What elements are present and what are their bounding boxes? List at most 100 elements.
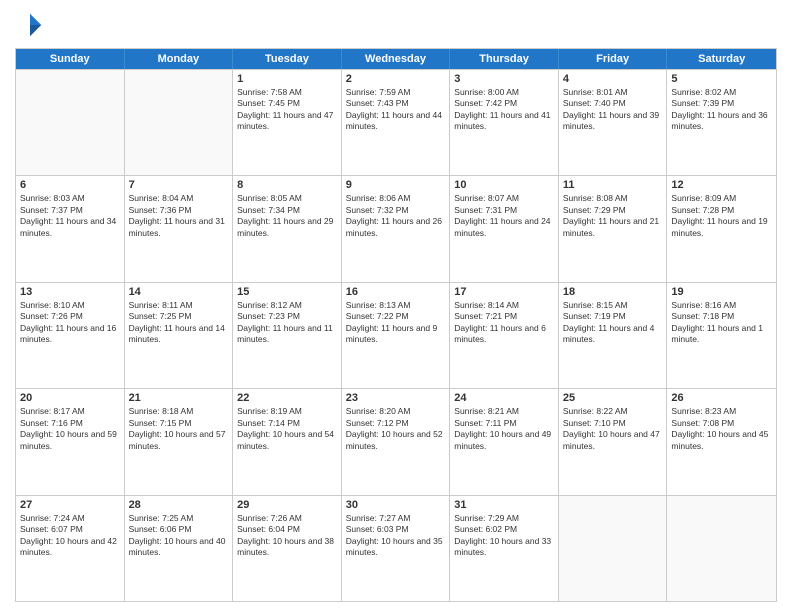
- day-number: 20: [20, 392, 120, 404]
- cell-info: Sunrise: 7:25 AMSunset: 6:06 PMDaylight:…: [129, 513, 229, 559]
- cell-info: Sunrise: 8:00 AMSunset: 7:42 PMDaylight:…: [454, 87, 554, 133]
- day-number: 5: [671, 73, 772, 85]
- calendar-header: SundayMondayTuesdayWednesdayThursdayFrid…: [16, 49, 776, 69]
- calendar-cell: 1Sunrise: 7:58 AMSunset: 7:45 PMDaylight…: [233, 70, 342, 175]
- cell-info: Sunrise: 8:15 AMSunset: 7:19 PMDaylight:…: [563, 300, 663, 346]
- cell-info: Sunrise: 8:17 AMSunset: 7:16 PMDaylight:…: [20, 406, 120, 452]
- calendar-cell: 24 Sunrise: 8:21 AMSunset: 7:11 PMDayligh…: [450, 389, 559, 494]
- calendar-cell: 14Sunrise: 8:11 AMSunset: 7:25 PMDayligh…: [125, 283, 234, 388]
- cell-info: Sunrise: 8:06 AMSunset: 7:32 PMDaylight:…: [346, 193, 446, 239]
- day-number: 21: [129, 392, 229, 404]
- cell-info: Sunrise: 8:14 AMSunset: 7:21 PMDaylight:…: [454, 300, 554, 346]
- calendar-row-3: 20 Sunrise: 8:17 AMSunset: 7:16 PMDayligh…: [16, 388, 776, 494]
- calendar-cell: [667, 496, 776, 601]
- calendar-cell: 26 Sunrise: 8:23 AMSunset: 7:08 PMDayligh…: [667, 389, 776, 494]
- calendar-cell: 19Sunrise: 8:16 AMSunset: 7:18 PMDayligh…: [667, 283, 776, 388]
- header-day-wednesday: Wednesday: [342, 49, 451, 69]
- cell-info: Sunrise: 7:27 AMSunset: 6:03 PMDaylight:…: [346, 513, 446, 559]
- calendar-cell: [559, 496, 668, 601]
- cell-info: Sunrise: 8:21 AMSunset: 7:11 PMDaylight:…: [454, 406, 554, 452]
- calendar-cell: 18 Sunrise: 8:15 AMSunset: 7:19 PMDayligh…: [559, 283, 668, 388]
- calendar-cell: 7 Sunrise: 8:04 AMSunset: 7:36 PMDaylight…: [125, 176, 234, 281]
- cell-info: Sunrise: 8:20 AMSunset: 7:12 PMDaylight:…: [346, 406, 446, 452]
- calendar-cell: 4 Sunrise: 8:01 AMSunset: 7:40 PMDaylight…: [559, 70, 668, 175]
- calendar-cell: 28 Sunrise: 7:25 AMSunset: 6:06 PMDayligh…: [125, 496, 234, 601]
- calendar-body: 1Sunrise: 7:58 AMSunset: 7:45 PMDaylight…: [16, 69, 776, 601]
- calendar-cell: 11Sunrise: 8:08 AMSunset: 7:29 PMDayligh…: [559, 176, 668, 281]
- calendar-cell: 25 Sunrise: 8:22 AMSunset: 7:10 PMDayligh…: [559, 389, 668, 494]
- calendar-cell: 29 Sunrise: 7:26 AMSunset: 6:04 PMDayligh…: [233, 496, 342, 601]
- day-number: 31: [454, 499, 554, 511]
- day-number: 29: [237, 499, 337, 511]
- day-number: 3: [454, 73, 554, 85]
- header-day-sunday: Sunday: [16, 49, 125, 69]
- page: SundayMondayTuesdayWednesdayThursdayFrid…: [0, 0, 792, 612]
- calendar-row-1: 6Sunrise: 8:03 AMSunset: 7:37 PMDaylight…: [16, 175, 776, 281]
- calendar-cell: 30 Sunrise: 7:27 AMSunset: 6:03 PMDayligh…: [342, 496, 451, 601]
- day-number: 8: [237, 179, 337, 191]
- day-number: 4: [563, 73, 663, 85]
- calendar-row-0: 1Sunrise: 7:58 AMSunset: 7:45 PMDaylight…: [16, 69, 776, 175]
- day-number: 9: [346, 179, 446, 191]
- header-day-tuesday: Tuesday: [233, 49, 342, 69]
- day-number: 10: [454, 179, 554, 191]
- cell-info: Sunrise: 8:03 AMSunset: 7:37 PMDaylight:…: [20, 193, 120, 239]
- cell-info: Sunrise: 8:01 AMSunset: 7:40 PMDaylight:…: [563, 87, 663, 133]
- day-number: 11: [563, 179, 663, 191]
- day-number: 19: [671, 286, 772, 298]
- calendar-cell: 2 Sunrise: 7:59 AMSunset: 7:43 PMDaylight…: [342, 70, 451, 175]
- cell-info: Sunrise: 7:24 AMSunset: 6:07 PMDaylight:…: [20, 513, 120, 559]
- day-number: 7: [129, 179, 229, 191]
- calendar-cell: 10 Sunrise: 8:07 AMSunset: 7:31 PMDayligh…: [450, 176, 559, 281]
- header-day-saturday: Saturday: [667, 49, 776, 69]
- cell-info: Sunrise: 8:23 AMSunset: 7:08 PMDaylight:…: [671, 406, 772, 452]
- day-number: 15: [237, 286, 337, 298]
- cell-info: Sunrise: 8:07 AMSunset: 7:31 PMDaylight:…: [454, 193, 554, 239]
- cell-info: Sunrise: 8:05 AMSunset: 7:34 PMDaylight:…: [237, 193, 337, 239]
- calendar-cell: 17Sunrise: 8:14 AMSunset: 7:21 PMDayligh…: [450, 283, 559, 388]
- day-number: 30: [346, 499, 446, 511]
- header-day-monday: Monday: [125, 49, 234, 69]
- calendar-row-2: 13 Sunrise: 8:10 AMSunset: 7:26 PMDayligh…: [16, 282, 776, 388]
- day-number: 28: [129, 499, 229, 511]
- day-number: 25: [563, 392, 663, 404]
- cell-info: Sunrise: 8:04 AMSunset: 7:36 PMDaylight:…: [129, 193, 229, 239]
- logo: [15, 10, 47, 40]
- cell-info: Sunrise: 8:10 AMSunset: 7:26 PMDaylight:…: [20, 300, 120, 346]
- calendar-cell: 8 Sunrise: 8:05 AMSunset: 7:34 PMDaylight…: [233, 176, 342, 281]
- logo-icon: [15, 10, 45, 40]
- calendar-cell: 12Sunrise: 8:09 AMSunset: 7:28 PMDayligh…: [667, 176, 776, 281]
- day-number: 1: [237, 73, 337, 85]
- cell-info: Sunrise: 7:26 AMSunset: 6:04 PMDaylight:…: [237, 513, 337, 559]
- calendar-cell: 9 Sunrise: 8:06 AMSunset: 7:32 PMDaylight…: [342, 176, 451, 281]
- cell-info: Sunrise: 8:22 AMSunset: 7:10 PMDaylight:…: [563, 406, 663, 452]
- header-day-thursday: Thursday: [450, 49, 559, 69]
- day-number: 14: [129, 286, 229, 298]
- day-number: 2: [346, 73, 446, 85]
- calendar-cell: 31 Sunrise: 7:29 AMSunset: 6:02 PMDayligh…: [450, 496, 559, 601]
- cell-info: Sunrise: 8:02 AMSunset: 7:39 PMDaylight:…: [671, 87, 772, 133]
- cell-info: Sunrise: 7:59 AMSunset: 7:43 PMDaylight:…: [346, 87, 446, 133]
- header: [15, 10, 777, 40]
- cell-info: Sunrise: 8:12 AMSunset: 7:23 PMDaylight:…: [237, 300, 337, 346]
- day-number: 13: [20, 286, 120, 298]
- calendar-cell: 3 Sunrise: 8:00 AMSunset: 7:42 PMDaylight…: [450, 70, 559, 175]
- day-number: 27: [20, 499, 120, 511]
- day-number: 22: [237, 392, 337, 404]
- day-number: 26: [671, 392, 772, 404]
- calendar-cell: 6Sunrise: 8:03 AMSunset: 7:37 PMDaylight…: [16, 176, 125, 281]
- calendar-cell: 23Sunrise: 8:20 AMSunset: 7:12 PMDayligh…: [342, 389, 451, 494]
- cell-info: Sunrise: 8:13 AMSunset: 7:22 PMDaylight:…: [346, 300, 446, 346]
- cell-info: Sunrise: 7:29 AMSunset: 6:02 PMDaylight:…: [454, 513, 554, 559]
- calendar: SundayMondayTuesdayWednesdayThursdayFrid…: [15, 48, 777, 602]
- day-number: 18: [563, 286, 663, 298]
- calendar-cell: 20 Sunrise: 8:17 AMSunset: 7:16 PMDayligh…: [16, 389, 125, 494]
- cell-info: Sunrise: 8:18 AMSunset: 7:15 PMDaylight:…: [129, 406, 229, 452]
- day-number: 16: [346, 286, 446, 298]
- calendar-cell: 5 Sunrise: 8:02 AMSunset: 7:39 PMDaylight…: [667, 70, 776, 175]
- calendar-cell: 21 Sunrise: 8:18 AMSunset: 7:15 PMDayligh…: [125, 389, 234, 494]
- day-number: 24: [454, 392, 554, 404]
- cell-info: Sunrise: 8:19 AMSunset: 7:14 PMDaylight:…: [237, 406, 337, 452]
- calendar-cell: [125, 70, 234, 175]
- calendar-cell: 13 Sunrise: 8:10 AMSunset: 7:26 PMDayligh…: [16, 283, 125, 388]
